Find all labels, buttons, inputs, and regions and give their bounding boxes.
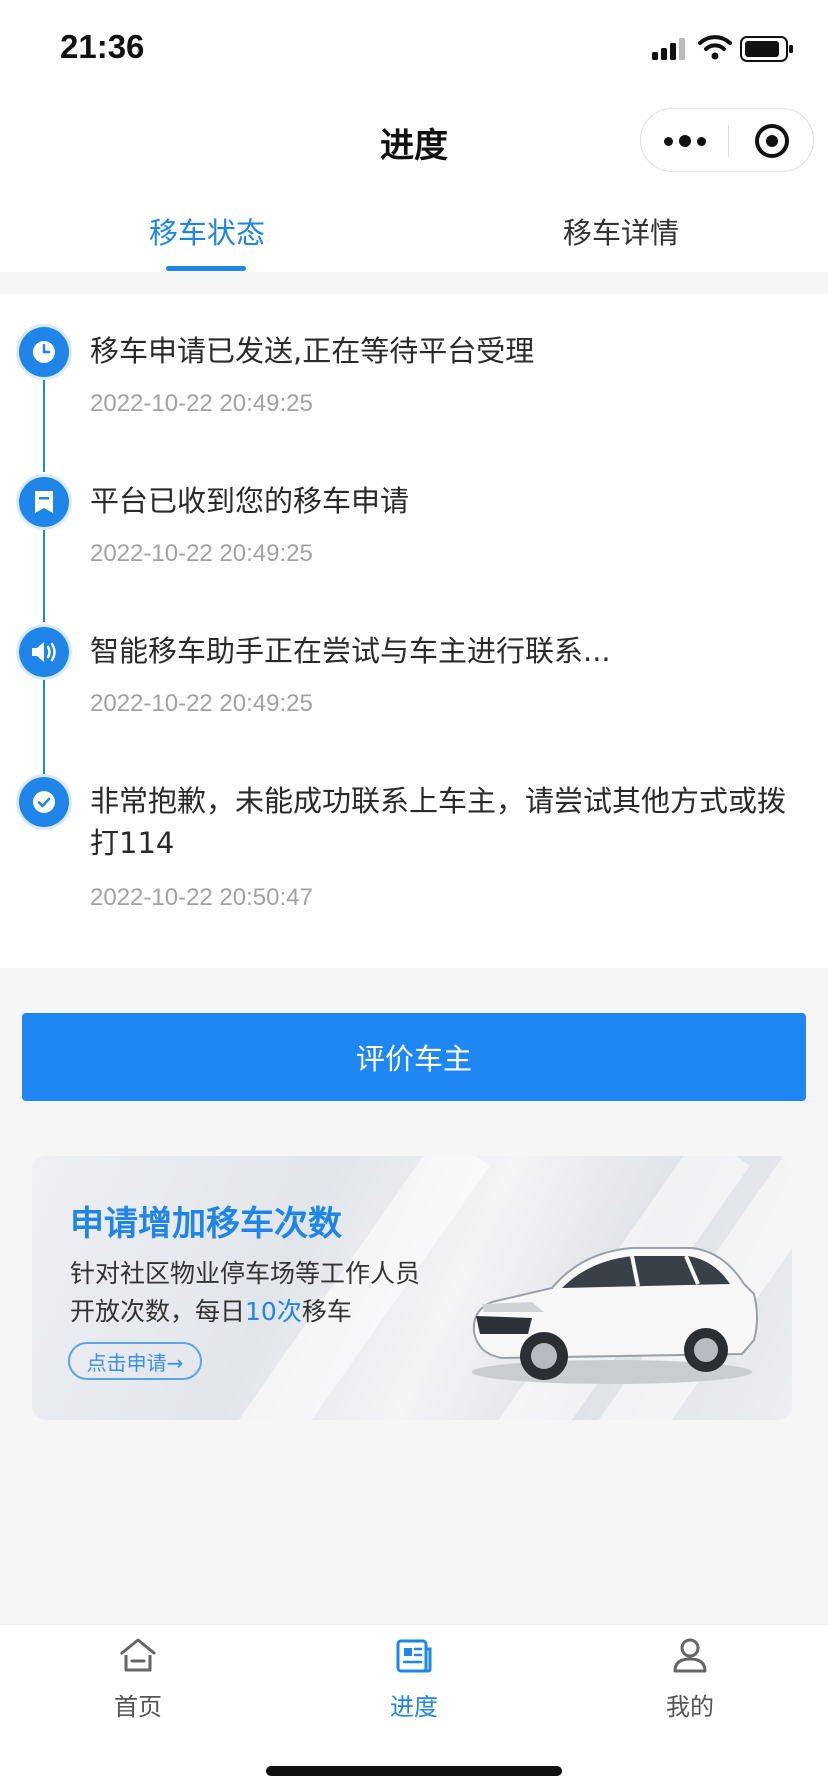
car-image [472, 1247, 758, 1384]
wifi-icon [698, 35, 732, 60]
tab-progress[interactable]: 进度 [276, 1625, 552, 1735]
home-indicator [266, 1766, 562, 1776]
check-icon [19, 777, 69, 827]
close-miniprogram-button[interactable] [728, 109, 815, 173]
more-button[interactable] [641, 109, 728, 173]
timeline-step-time: 2022-10-22 20:49:25 [90, 540, 313, 567]
home-icon [120, 1638, 156, 1672]
banner-description: 开放次数，每日10次移车 [70, 1297, 352, 1326]
active-tab-indicator [166, 266, 246, 271]
rate-owner-button[interactable]: 评价车主 [22, 1013, 806, 1101]
banner-description: 针对社区物业停车场等工作人员 [70, 1259, 421, 1288]
tab-move-status[interactable]: 移车状态 [0, 210, 414, 252]
more-dot-icon [663, 136, 673, 146]
status-time: 21:36 [60, 28, 145, 65]
tab-home[interactable]: 首页 [0, 1625, 276, 1735]
timeline-step-text: 移车申请已发送,正在等待平台受理 [90, 334, 535, 368]
tab-progress-label: 进度 [390, 1693, 438, 1721]
timeline-step-text: 非常抱歉，未能成功联系上车主，请尝试其他方式或拨打114 [90, 784, 787, 860]
banner-title: 申请增加移车次数 [70, 1204, 342, 1244]
battery-icon [740, 36, 793, 62]
timeline-step-time: 2022-10-22 20:49:25 [90, 390, 313, 417]
progress-timeline: 移车申请已发送,正在等待平台受理 2022-10-22 20:49:25 平台已… [0, 294, 828, 968]
user-icon [673, 1638, 707, 1673]
header-area: 21:36 进度 移车状态 移车详情 [0, 0, 828, 272]
status-bar: 21:36 [0, 0, 828, 96]
tab-mine-label: 我的 [666, 1693, 714, 1721]
tab-home-label: 首页 [114, 1693, 162, 1721]
bookmark-icon [19, 477, 69, 527]
cellular-signal-icon [652, 38, 685, 60]
apply-button[interactable]: 点击申请→ [68, 1342, 202, 1380]
timeline-step-time: 2022-10-22 20:50:47 [90, 884, 313, 911]
timeline-step-text: 平台已收到您的移车申请 [90, 484, 410, 518]
miniprogram-capsule [640, 108, 814, 172]
apply-more-moves-banner[interactable]: 申请增加移车次数 针对社区物业停车场等工作人员 开放次数，每日10次移车 点击申… [32, 1156, 792, 1420]
target-icon [754, 124, 789, 158]
tab-move-details[interactable]: 移车详情 [414, 210, 828, 252]
tab-mine[interactable]: 我的 [552, 1625, 828, 1735]
daily-count-highlight: 10次 [245, 1297, 302, 1326]
clock-icon [19, 327, 69, 377]
timeline-step-time: 2022-10-22 20:49:25 [90, 690, 313, 717]
speaker-icon [19, 627, 69, 677]
timeline-step-text: 智能移车助手正在尝试与车主进行联系... [90, 634, 611, 668]
more-dot-icon [696, 136, 706, 146]
more-dot-icon [678, 135, 691, 147]
tab-bar-top: 移车状态 移车详情 [0, 190, 828, 272]
progress-icon [396, 1639, 432, 1673]
